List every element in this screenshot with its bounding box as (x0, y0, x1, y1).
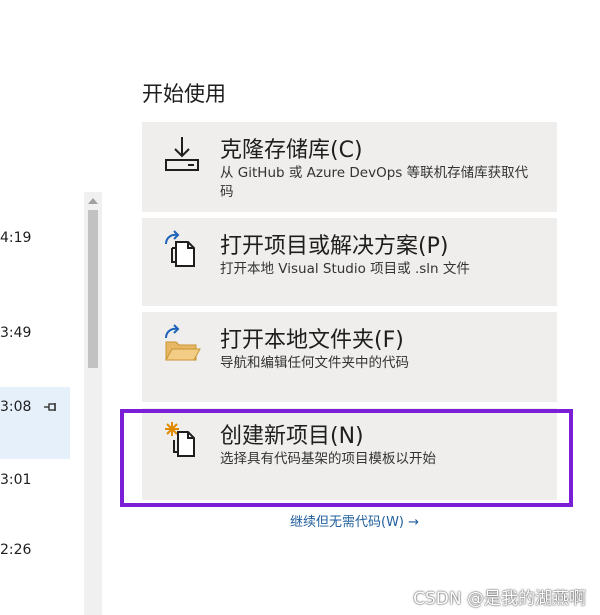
recent-item-time: 2:26 (0, 542, 32, 558)
recent-item-time: 3:49 (0, 325, 32, 341)
clone-repository-button[interactable]: 克隆存储库(C) 从 GitHub 或 Azure DevOps 等联机存储库获… (142, 122, 557, 212)
get-started-title: 开始使用 (142, 82, 226, 106)
scroll-up-arrow-icon[interactable] (88, 198, 98, 204)
card-description: 导航和编辑任何文件夹中的代码 (220, 355, 409, 371)
continue-without-code-link[interactable]: 继续但无需代码(W) → (290, 511, 419, 530)
recent-item-4[interactable]: 3:01 (0, 460, 70, 520)
open-project-button[interactable]: 打开项目或解决方案(P) 打开本地 Visual Studio 项目或 .sln… (142, 218, 557, 306)
open-folder-button[interactable]: 打开本地文件夹(F) 导航和编辑任何文件夹中的代码 (142, 312, 557, 402)
recent-list: 4:19 3:49 3:08 3:01 2:26 (0, 190, 70, 615)
card-title: 打开项目或解决方案(P) (220, 234, 449, 259)
card-description: 打开本地 Visual Studio 项目或 .sln 文件 (220, 261, 470, 277)
highlight-annotation-box (120, 409, 573, 507)
card-title: 克隆存储库(C) (220, 138, 363, 163)
recent-item-3[interactable]: 3:08 (0, 387, 70, 459)
scroll-thumb[interactable] (88, 210, 98, 368)
card-description: 从 GitHub 或 Azure DevOps 等联机存储库获取代码 (220, 165, 529, 200)
recent-scrollbar[interactable] (84, 192, 102, 615)
open-project-icon (165, 230, 195, 267)
recent-item-time: 4:19 (0, 230, 32, 246)
recent-item-1[interactable]: 4:19 (0, 210, 70, 270)
card-title: 打开本地文件夹(F) (220, 328, 404, 353)
watermark: CSDN @是我的湖燕啊 (413, 589, 586, 609)
recent-item-time: 3:08 (0, 399, 32, 415)
recent-item-2[interactable]: 3:49 (0, 305, 70, 365)
recent-item-5[interactable]: 2:26 (0, 530, 70, 590)
recent-item-time: 3:01 (0, 472, 32, 488)
pin-icon[interactable] (44, 402, 58, 412)
open-folder-icon (165, 324, 201, 361)
clone-icon (165, 137, 199, 171)
